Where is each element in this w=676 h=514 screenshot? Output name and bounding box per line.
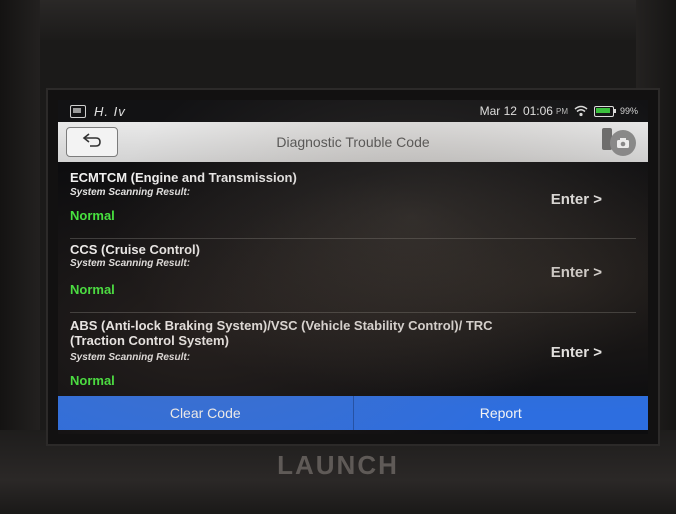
report-button[interactable]: Report	[354, 396, 649, 430]
device-brand-logo: LAUNCH	[277, 450, 399, 480]
system-item-title: ABS (Anti-lock Braking System)/VSC (Vehi…	[70, 318, 493, 348]
system-item-title: CCS (Cruise Control)	[70, 242, 200, 257]
system-item-status: Normal	[70, 282, 115, 297]
system-item-abs[interactable]: ABS (Anti-lock Braking System)/VSC (Vehi…	[58, 316, 648, 396]
status-ampm: PM	[555, 106, 568, 116]
notification-app-icon	[70, 105, 86, 118]
status-date: Mar 12	[479, 104, 517, 118]
device-bezel-top	[0, 0, 676, 40]
enter-button[interactable]: Enter >	[551, 191, 602, 208]
system-item-status: Normal	[70, 208, 115, 223]
enter-button[interactable]: Enter >	[551, 264, 602, 281]
camera-icon	[610, 130, 636, 156]
title-bar: Diagnostic Trouble Code	[58, 122, 648, 162]
list-divider	[70, 312, 636, 313]
enter-button[interactable]: Enter >	[551, 344, 602, 361]
system-item-subtitle: System Scanning Result:	[70, 352, 191, 363]
action-bar: Clear Code Report	[58, 396, 648, 430]
system-item-ccs[interactable]: CCS (Cruise Control) System Scanning Res…	[58, 240, 648, 310]
status-handwriting-label: H. Iv	[94, 104, 126, 119]
list-divider	[70, 238, 636, 239]
battery-percent: 99%	[619, 106, 638, 116]
device-screen: H. Iv Mar 12 01:06 PM 99% Diagnostic Tro…	[58, 100, 648, 434]
page-title: Diagnostic Trouble Code	[276, 134, 430, 150]
system-list: ECMTCM (Engine and Transmission) System …	[58, 162, 648, 394]
clear-code-button[interactable]: Clear Code	[58, 396, 353, 430]
wifi-icon	[574, 105, 588, 117]
system-item-title: ECMTCM (Engine and Transmission)	[70, 170, 297, 185]
screenshot-button[interactable]	[602, 126, 636, 158]
system-item-subtitle: System Scanning Result:	[70, 258, 191, 269]
system-item-status: Normal	[70, 373, 115, 388]
status-bar: H. Iv Mar 12 01:06 PM 99%	[58, 100, 648, 122]
status-time: 01:06	[522, 104, 553, 118]
system-item-subtitle: System Scanning Result:	[70, 187, 191, 198]
system-item-ecm[interactable]: ECMTCM (Engine and Transmission) System …	[58, 162, 648, 234]
battery-icon	[593, 105, 616, 117]
